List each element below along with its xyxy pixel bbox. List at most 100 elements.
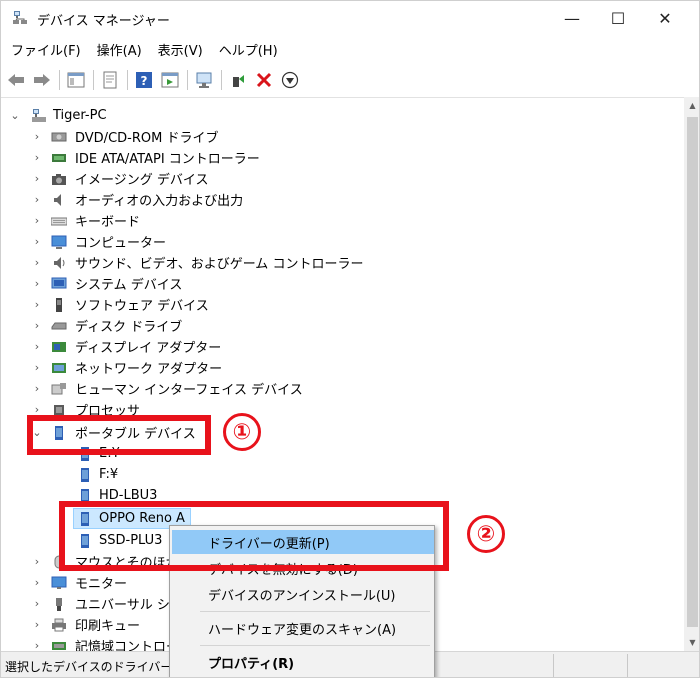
toolbar-separator (127, 70, 128, 90)
minimize-button[interactable]: — (549, 1, 595, 35)
tree-category-row[interactable]: › ディスプレイ アダプター (1, 336, 684, 357)
category-label: DVD/CD-ROM ドライブ (75, 131, 219, 146)
category-label: コンピューター (75, 236, 167, 251)
chevron-right-icon[interactable]: › (31, 256, 43, 269)
portable-child-row[interactable]: F:¥ (1, 464, 684, 485)
update-driver-icon[interactable] (279, 69, 301, 91)
chevron-right-icon[interactable]: › (31, 382, 43, 395)
computer-icon (51, 235, 67, 249)
device-manager-window: デバイス マネージャー — ☐ ✕ ファイル(F) 操作(A) 表示(V) ヘル… (0, 0, 700, 678)
show-hide-tree-icon[interactable] (65, 69, 87, 91)
tree-category-row[interactable]: › ディスク ドライブ (1, 315, 684, 336)
tree-category-row[interactable]: › コンピューター (1, 231, 684, 252)
chevron-right-icon[interactable]: › (31, 277, 43, 290)
tree-category-row[interactable]: › DVD/CD-ROM ドライブ (1, 126, 684, 147)
svg-text:?: ? (141, 74, 148, 88)
toolbar-separator (187, 70, 188, 90)
chevron-right-icon[interactable]: › (31, 319, 43, 332)
category-label: IDE ATA/ATAPI コントローラー (75, 152, 260, 167)
category-label: キーボード (75, 215, 141, 230)
system-device-icon (51, 277, 67, 288)
network-adapter-icon (52, 362, 66, 373)
chevron-right-icon[interactable]: › (31, 151, 43, 164)
category-label: 印刷キュー (75, 619, 141, 634)
annotation-box-update-driver (59, 501, 449, 571)
menu-bar: ファイル(F) 操作(A) 表示(V) ヘルプ(H) (1, 37, 699, 61)
chevron-right-icon[interactable]: › (31, 403, 43, 416)
menu-separator (200, 611, 430, 612)
chevron-right-icon[interactable]: › (31, 130, 43, 143)
menu-help[interactable]: ヘルプ(H) (213, 40, 284, 59)
chevron-right-icon[interactable]: › (31, 576, 43, 589)
chevron-right-icon[interactable]: › (31, 639, 43, 651)
chevron-right-icon[interactable]: › (31, 193, 43, 206)
tree-category-row[interactable]: › システム デバイス (1, 273, 684, 294)
scroll-down-arrow-icon[interactable]: ▼ (684, 634, 699, 651)
tree-category-row[interactable]: › ヒューマン インターフェイス デバイス (1, 378, 684, 399)
add-driver-icon[interactable] (227, 69, 249, 91)
chevron-right-icon[interactable]: › (31, 235, 43, 248)
close-button[interactable]: ✕ (642, 1, 688, 35)
tree-category-row[interactable]: › キーボード (1, 210, 684, 231)
chevron-right-icon[interactable]: › (31, 298, 43, 311)
maximize-button[interactable]: ☐ (595, 1, 641, 35)
status-divider (553, 654, 554, 677)
tree-category-row[interactable]: › IDE ATA/ATAPI コントローラー (1, 147, 684, 168)
chevron-down-icon[interactable]: ⌄ (9, 109, 21, 122)
category-label: サウンド、ビデオ、およびゲーム コントローラー (75, 257, 364, 272)
menu-scan-hardware[interactable]: ハードウェア変更のスキャン(A) (172, 616, 434, 640)
category-label: システム デバイス (75, 278, 183, 293)
toolbar-separator (59, 70, 60, 90)
properties-sheet-icon[interactable] (99, 69, 121, 91)
scrollbar-thumb[interactable] (687, 117, 698, 627)
toolbar-separator (93, 70, 94, 90)
scan-hardware-icon[interactable] (193, 69, 215, 91)
tree-category-row[interactable]: › サウンド、ビデオ、およびゲーム コントローラー (1, 252, 684, 273)
chevron-right-icon[interactable]: › (31, 214, 43, 227)
menu-uninstall-device[interactable]: デバイスのアンインストール(U) (172, 582, 434, 606)
scroll-up-arrow-icon[interactable]: ▲ (684, 97, 699, 114)
category-label: モニター (75, 577, 128, 592)
portable-device-icon (81, 467, 89, 482)
forward-arrow-icon[interactable] (31, 69, 53, 91)
chevron-right-icon[interactable]: › (31, 597, 43, 610)
tree-category-row[interactable]: › ネットワーク アダプター (1, 357, 684, 378)
tree-category-row[interactable]: › オーディオの入力および出力 (1, 189, 684, 210)
status-divider (627, 654, 628, 677)
usb-icon (56, 597, 62, 611)
annotation-number-2: ② (467, 515, 505, 553)
speaker-icon (54, 193, 61, 206)
chevron-right-icon[interactable]: › (31, 555, 43, 568)
category-label: ネットワーク アダプター (75, 362, 223, 377)
category-label: ディスプレイ アダプター (75, 341, 222, 356)
printer-icon (52, 618, 66, 631)
status-text: 選択したデバイスのドライバー更新 (5, 660, 197, 674)
storage-icon (52, 641, 66, 650)
menu-view[interactable]: 表示(V) (152, 40, 209, 59)
toolbar-separator (221, 70, 222, 90)
tree-root-row[interactable]: ⌄ Tiger-PC (1, 105, 684, 126)
tree-category-row[interactable]: › イメージング デバイス (1, 168, 684, 189)
category-label: オーディオの入力および出力 (75, 194, 244, 209)
menu-properties[interactable]: プロパティ(R) (172, 650, 434, 674)
vertical-scrollbar[interactable]: ▲ ▼ (684, 97, 699, 651)
keyboard-icon (51, 217, 67, 225)
category-label: ヒューマン インターフェイス デバイス (75, 383, 303, 398)
chevron-right-icon[interactable]: › (31, 361, 43, 374)
device-label: F:¥ (99, 467, 119, 482)
chevron-right-icon[interactable]: › (31, 618, 43, 631)
menu-separator (200, 645, 430, 646)
help-icon[interactable]: ? (133, 69, 155, 91)
action-pane-icon[interactable] (159, 69, 181, 91)
chevron-right-icon[interactable]: › (31, 172, 43, 185)
chevron-right-icon[interactable]: › (31, 340, 43, 353)
back-arrow-icon[interactable] (5, 69, 27, 91)
title-bar: デバイス マネージャー — ☐ ✕ (1, 1, 699, 35)
ide-controller-icon (52, 153, 66, 162)
uninstall-device-icon[interactable] (253, 69, 275, 91)
tree-category-row[interactable]: › ソフトウェア デバイス (1, 294, 684, 315)
toolbar: ? (1, 65, 699, 95)
category-label: イメージング デバイス (75, 173, 209, 188)
menu-file[interactable]: ファイル(F) (5, 40, 87, 59)
menu-action[interactable]: 操作(A) (91, 40, 148, 59)
